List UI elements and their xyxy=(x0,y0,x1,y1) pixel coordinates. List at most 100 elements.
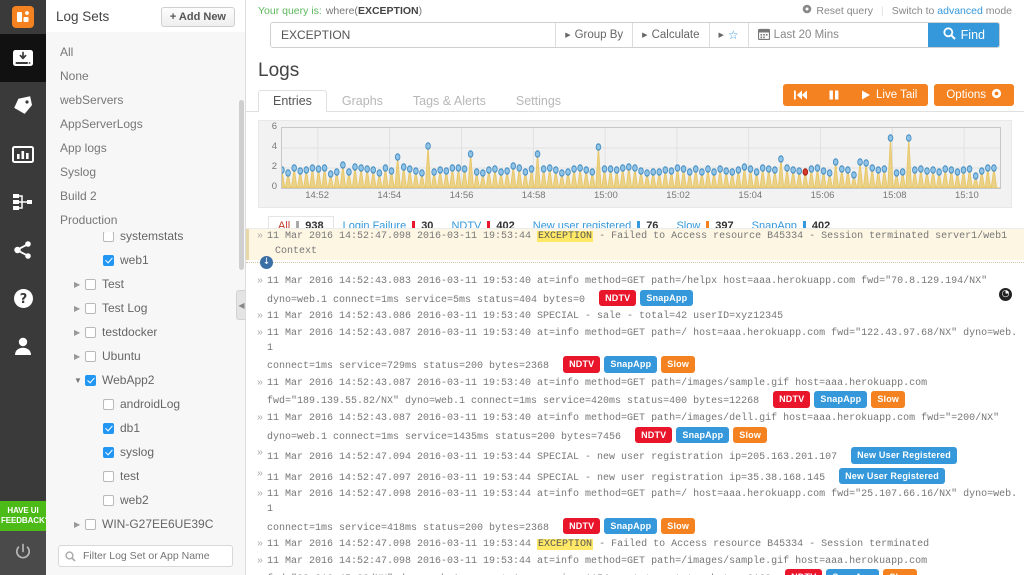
log-set-item[interactable]: None xyxy=(46,64,245,88)
log-entry[interactable]: »11 Mar 2016 14:52:43.087 2016-03-11 19:… xyxy=(246,411,1024,446)
log-tag-pill[interactable]: Slow xyxy=(661,518,695,535)
entry-expand-icon[interactable]: » xyxy=(257,412,263,427)
chevron-right-icon[interactable]: ▶ xyxy=(74,328,85,337)
log-tag-pill[interactable]: NDTV xyxy=(785,569,822,575)
switch-mode[interactable]: Switch to advanced mode xyxy=(892,5,1012,17)
log-tree-checkbox[interactable] xyxy=(85,375,96,386)
log-tag-pill[interactable]: NDTV xyxy=(773,391,810,408)
entry-expand-icon[interactable]: » xyxy=(257,468,263,483)
log-entry[interactable]: »11 Mar 2016 14:52:43.087 2016-03-11 19:… xyxy=(246,376,1024,411)
favorite-button[interactable]: ▶ ☆ xyxy=(709,23,748,47)
rail-item-account[interactable] xyxy=(0,322,46,370)
log-entry[interactable]: »11 Mar 2016 14:52:47.098 2016-03-11 19:… xyxy=(246,537,1024,554)
entry-expand-icon[interactable]: » xyxy=(257,230,263,245)
log-tag-pill[interactable]: Slow xyxy=(733,427,767,444)
entry-expand-icon[interactable]: » xyxy=(257,327,263,342)
live-tail-button[interactable]: Live Tail xyxy=(850,84,928,106)
down-circle-icon[interactable]: ↓ xyxy=(260,256,273,269)
log-tree-checkbox[interactable] xyxy=(85,519,96,530)
log-tag-pill[interactable]: SnapApp xyxy=(676,427,729,444)
log-tree-checkbox[interactable] xyxy=(85,351,96,362)
tab-graphs[interactable]: Graphs xyxy=(327,90,398,112)
log-tag-pill[interactable]: NDTV xyxy=(563,518,600,535)
log-tree-item[interactable]: ▶Test Log xyxy=(46,296,245,320)
entry-expand-icon[interactable]: » xyxy=(257,538,263,553)
chevron-right-icon[interactable]: ▶ xyxy=(74,280,85,289)
log-entry[interactable]: »11 Mar 2016 14:52:47.094 2016-03-11 19:… xyxy=(246,446,1024,467)
log-tree-item[interactable]: ▶WIN-G27EE6UE39C xyxy=(46,512,245,536)
chevron-down-icon[interactable]: ▼ xyxy=(74,376,85,385)
rail-item-dashboards[interactable] xyxy=(0,130,46,178)
log-tree-item[interactable]: syslog xyxy=(46,440,245,464)
rail-item-logs[interactable] xyxy=(0,34,46,82)
rail-item-hierarchy[interactable] xyxy=(0,178,46,226)
log-sets-scrollbar[interactable] xyxy=(239,100,244,270)
log-sets-quick-list[interactable]: AllNonewebServersAppServerLogsApp logsSy… xyxy=(46,34,245,232)
log-tree-checkbox[interactable] xyxy=(85,303,96,314)
log-set-filter[interactable] xyxy=(58,545,233,567)
log-entry[interactable]: »11 Mar 2016 14:52:43.087 2016-03-11 19:… xyxy=(246,326,1024,376)
log-tree-item[interactable]: androidLog xyxy=(46,392,245,416)
log-set-item[interactable]: App logs xyxy=(46,136,245,160)
log-tag-pill[interactable]: Slow xyxy=(871,391,905,408)
chevron-right-icon[interactable]: ▶ xyxy=(74,304,85,313)
log-entry[interactable]: »11 Mar 2016 14:52:47.097 2016-03-11 19:… xyxy=(246,467,1024,488)
rail-item-tags[interactable] xyxy=(0,82,46,130)
log-tree-item[interactable]: ▶Test xyxy=(46,272,245,296)
log-tag-pill[interactable]: SnapApp xyxy=(604,356,657,373)
log-tree-checkbox[interactable] xyxy=(85,327,96,338)
log-tree-item[interactable]: web1 xyxy=(46,248,245,272)
events-chart[interactable]: 6420 14:5214:5414:5614:5815:0015:0215:04… xyxy=(258,120,1012,208)
log-tag-pill[interactable]: New User Registered xyxy=(851,447,957,464)
log-tree-checkbox[interactable] xyxy=(103,399,114,410)
find-button[interactable]: Find xyxy=(928,23,999,47)
logout-button[interactable] xyxy=(0,531,46,575)
chevron-right-icon[interactable]: ▶ xyxy=(74,520,85,529)
log-tag-pill[interactable]: New User Registered xyxy=(839,468,945,485)
pause-button[interactable] xyxy=(818,84,850,106)
entry-expand-icon[interactable]: » xyxy=(257,488,263,503)
log-tree-item[interactable]: db1 xyxy=(46,416,245,440)
log-tag-pill[interactable]: Slow xyxy=(661,356,695,373)
log-set-item[interactable]: AppServerLogs xyxy=(46,112,245,136)
log-entry[interactable]: »11 Mar 2016 14:52:47.098 2016-03-11 19:… xyxy=(246,487,1024,537)
log-entries-list[interactable]: »11 Mar 2016 14:52:47.098 2016-03-11 19:… xyxy=(246,228,1024,575)
calculate-button[interactable]: ▶ Calculate xyxy=(632,23,708,47)
log-tag-pill[interactable]: NDTV xyxy=(599,290,636,307)
log-tree-item[interactable]: web2 xyxy=(46,488,245,512)
entry-expand-icon[interactable]: » xyxy=(257,377,263,392)
log-entry[interactable]: »11 Mar 2016 14:52:43.083 2016-03-11 19:… xyxy=(246,274,1024,309)
log-tag-pill[interactable]: SnapApp xyxy=(814,391,867,408)
add-new-button[interactable]: + Add New xyxy=(161,7,235,27)
log-tree-item[interactable]: ▶Ubuntu xyxy=(46,344,245,368)
logentries-logo-icon[interactable] xyxy=(0,0,46,34)
log-tag-pill[interactable]: SnapApp xyxy=(604,518,657,535)
log-tree-item[interactable]: ▼WebApp2 xyxy=(46,368,245,392)
log-tree-checkbox[interactable] xyxy=(103,255,114,266)
collapse-panel-handle[interactable]: ◀ xyxy=(236,290,246,320)
log-tag-pill[interactable]: Slow xyxy=(883,569,917,575)
log-tag-pill[interactable]: NDTV xyxy=(563,356,600,373)
log-entry[interactable]: »11 Mar 2016 14:52:43.086 2016-03-11 19:… xyxy=(246,309,1024,326)
log-set-item[interactable]: Production xyxy=(46,208,245,232)
log-tag-pill[interactable]: SnapApp xyxy=(640,290,693,307)
options-button[interactable]: Options xyxy=(934,84,1014,106)
search-input[interactable] xyxy=(271,23,555,47)
reset-query-button[interactable]: Reset query xyxy=(802,4,873,17)
tab-settings[interactable]: Settings xyxy=(501,90,576,112)
rewind-button[interactable] xyxy=(783,84,818,106)
advanced-mode-link[interactable]: advanced xyxy=(937,5,983,17)
ui-feedback-button[interactable]: HAVE UI FEEDBACK? xyxy=(0,501,46,531)
log-tag-pill[interactable]: SnapApp xyxy=(826,569,879,575)
group-by-button[interactable]: ▶ Group By xyxy=(555,23,632,47)
entry-expand-icon[interactable]: » xyxy=(257,555,263,570)
entry-expand-icon[interactable]: » xyxy=(257,310,263,325)
log-tree-item[interactable]: ▶testdocker xyxy=(46,320,245,344)
rail-item-share[interactable] xyxy=(0,226,46,274)
log-entry[interactable]: »11 Mar 2016 14:52:47.098 2016-03-11 19:… xyxy=(246,554,1024,575)
log-tag-pill[interactable]: NDTV xyxy=(635,427,672,444)
log-entry[interactable]: »11 Mar 2016 14:52:47.098 2016-03-11 19:… xyxy=(246,229,1024,260)
log-set-item[interactable]: Syslog xyxy=(46,160,245,184)
log-tree-checkbox[interactable] xyxy=(85,279,96,290)
log-tree-checkbox[interactable] xyxy=(103,447,114,458)
